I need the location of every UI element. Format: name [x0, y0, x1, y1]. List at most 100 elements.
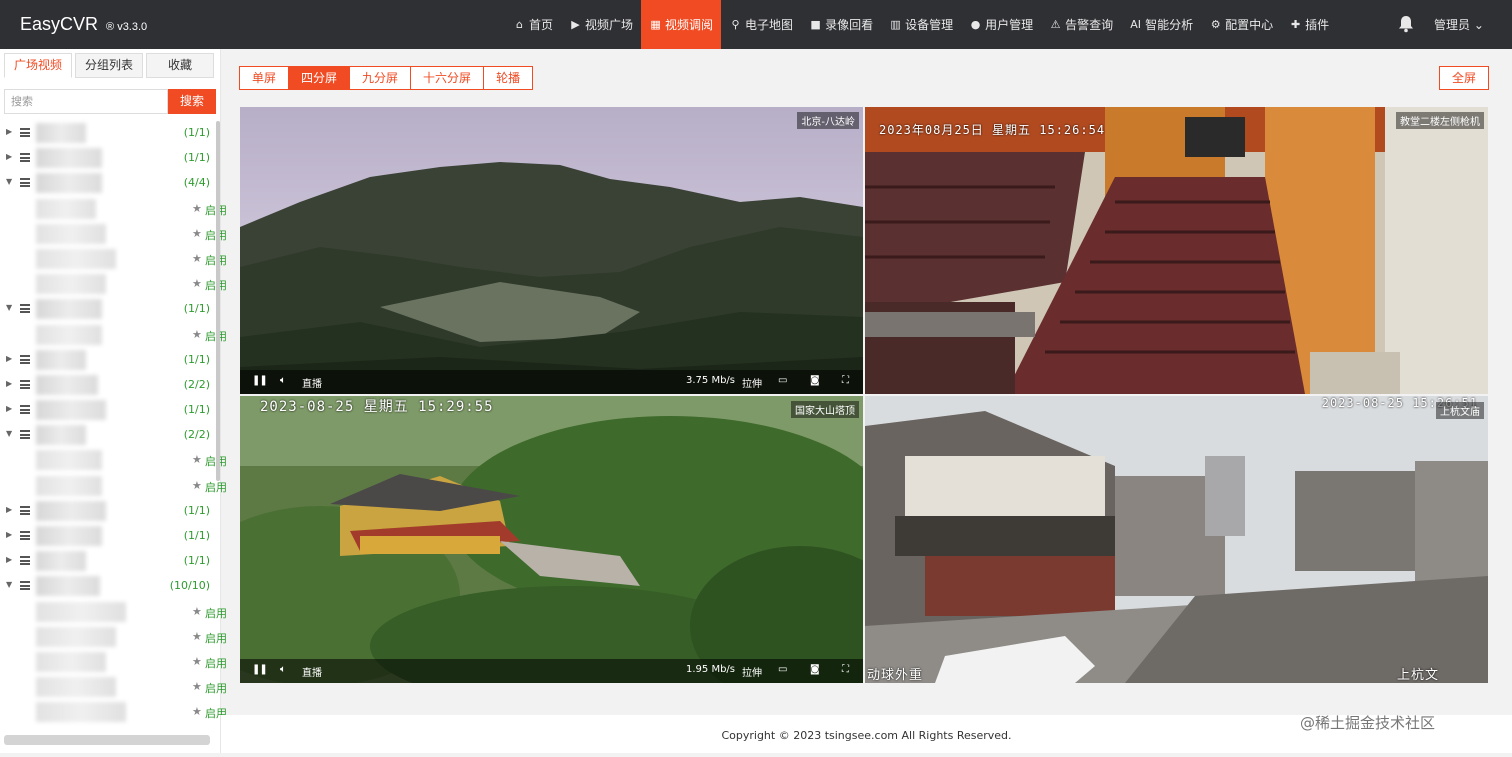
nav-item-label: 设备管理 — [905, 18, 954, 32]
video-camera-icon: ■ — [810, 18, 821, 31]
fullscreen-icon[interactable]: ⛶ — [842, 664, 849, 675]
stretch-button[interactable]: 拉伸 — [742, 375, 762, 390]
nav-item-9[interactable]: ⚙ 配置中心 — [1201, 0, 1281, 49]
tree-channel-row[interactable]: ★启用 — [0, 272, 227, 297]
tree-group-row[interactable]: ▶ (1/1) — [0, 146, 218, 171]
nav-item-0[interactable]: ⌂ 首页 — [505, 0, 561, 49]
app-logo[interactable]: EasyCVR ® v3.3.0 — [20, 14, 147, 35]
tree-group-row[interactable]: ▼ (4/4) — [0, 171, 218, 196]
caret-right-icon[interactable]: ▶ — [6, 404, 12, 413]
tree-channel-row[interactable]: ★启用 — [0, 675, 227, 700]
layout-button-2[interactable]: 九分屏 — [350, 66, 412, 90]
snapshot-icon[interactable]: ◙ — [810, 375, 820, 386]
caret-right-icon[interactable]: ▶ — [6, 555, 12, 564]
star-icon[interactable]: ★ — [192, 479, 202, 492]
caret-down-icon[interactable]: ▼ — [6, 177, 12, 186]
record-icon[interactable]: ▭ — [778, 664, 787, 675]
caret-right-icon[interactable]: ▶ — [6, 530, 12, 539]
pause-icon[interactable]: ❚❚ — [252, 664, 268, 675]
redacted-name — [36, 400, 106, 421]
nav-item-8[interactable]: AI 智能分析 — [1121, 0, 1201, 49]
stretch-button[interactable]: 拉伸 — [742, 664, 762, 679]
nav-item-10[interactable]: ✚ 插件 — [1281, 0, 1337, 49]
nav-item-4[interactable]: ■ 录像回看 — [801, 0, 881, 49]
redacted-name — [36, 425, 86, 446]
caret-right-icon[interactable]: ▶ — [6, 152, 12, 161]
star-icon[interactable]: ★ — [192, 252, 202, 265]
search-button[interactable]: 搜索 — [168, 89, 216, 114]
pause-icon[interactable]: ❚❚ — [252, 375, 268, 386]
caret-down-icon[interactable]: ▼ — [6, 429, 12, 438]
tree-group-row[interactable]: ▶ (1/1) — [0, 549, 218, 574]
snapshot-icon[interactable]: ◙ — [810, 664, 820, 675]
star-icon[interactable]: ★ — [192, 227, 202, 240]
tree-group-row[interactable]: ▼ (1/1) — [0, 297, 218, 322]
sidebar-tab-1[interactable]: 分组列表 — [75, 53, 143, 78]
star-icon[interactable]: ★ — [192, 453, 202, 466]
tree-channel-row[interactable]: ★启用 — [0, 197, 227, 222]
star-icon[interactable]: ★ — [192, 328, 202, 341]
tree-channel-row[interactable]: ★启用 — [0, 323, 227, 348]
star-icon[interactable]: ★ — [192, 655, 202, 668]
fullscreen-button[interactable]: 全屏 — [1439, 66, 1489, 90]
layout-button-0[interactable]: 单屏 — [239, 66, 290, 90]
tree-group-row[interactable]: ▶ (1/1) — [0, 121, 218, 146]
tree-channel-row[interactable]: ★启用 — [0, 625, 227, 650]
caret-down-icon[interactable]: ▼ — [6, 580, 12, 589]
volume-icon[interactable]: 🔈︎ — [280, 375, 286, 386]
sidebar-tab-2[interactable]: 收藏 — [146, 53, 214, 78]
tree-channel-row[interactable]: ★启用 — [0, 222, 227, 247]
tree-group-row[interactable]: ▼ (10/10) — [0, 574, 218, 599]
nav-item-1[interactable]: ▶ 视频广场 — [561, 0, 641, 49]
video-player-1[interactable]: 北京-八达岭 ❚❚ 🔈︎ 直播 3.75 Mb/s 拉伸 ▭ ◙ ⛶ — [240, 107, 863, 394]
star-icon[interactable]: ★ — [192, 680, 202, 693]
group-count: (1/1) — [183, 554, 210, 568]
group-count: (1/1) — [183, 529, 210, 542]
user-menu[interactable]: 管理员 ⌄ — [1434, 16, 1484, 33]
caret-right-icon[interactable]: ▶ — [6, 379, 12, 388]
tree-channel-row[interactable]: ★启用 — [0, 700, 227, 725]
star-icon[interactable]: ★ — [192, 277, 202, 290]
video-player-4[interactable]: 2023-08-25 15:26:51 动球外重 上杭文 上杭文庙 — [865, 396, 1488, 683]
tree-channel-row[interactable]: ★启用 — [0, 448, 227, 473]
star-icon[interactable]: ★ — [192, 605, 202, 618]
nav-item-label: 用户管理 — [985, 18, 1034, 32]
caret-right-icon[interactable]: ▶ — [6, 127, 12, 136]
layout-button-1[interactable]: 四分屏 — [289, 66, 351, 90]
tree-channel-row[interactable]: ★启用 — [0, 247, 227, 272]
tree-channel-row[interactable]: ★启用 — [0, 474, 227, 499]
tree-horizontal-scrollbar[interactable] — [4, 735, 210, 745]
tree-group-row[interactable]: ▶ (1/1) — [0, 398, 218, 423]
caret-right-icon[interactable]: ▶ — [6, 354, 12, 363]
star-icon[interactable]: ★ — [192, 202, 202, 215]
sidebar-tab-0[interactable]: 广场视频 — [4, 53, 72, 78]
nav-item-5[interactable]: ▥ 设备管理 — [881, 0, 961, 49]
video-player-2[interactable]: 2023年08月25日 星期五 15:26:54 教堂二楼左侧枪机 — [865, 107, 1488, 394]
tree-group-row[interactable]: ▶ (2/2) — [0, 373, 218, 398]
nav-item-7[interactable]: ⚠ 告警查询 — [1041, 0, 1121, 49]
tree-group-row[interactable]: ▶ (1/1) — [0, 499, 218, 524]
fullscreen-icon[interactable]: ⛶ — [842, 375, 849, 386]
grid-icon: ▦ — [650, 18, 661, 31]
video-player-3[interactable]: 2023-08-25 星期五 15:29:55 国家大山塔顶 ❚❚ 🔈︎ 直播 … — [240, 396, 863, 683]
search-input[interactable]: 搜索 — [4, 89, 168, 114]
caret-down-icon[interactable]: ▼ — [6, 303, 12, 312]
star-icon[interactable]: ★ — [192, 705, 202, 718]
tree-group-row[interactable]: ▶ (1/1) — [0, 524, 218, 549]
star-icon[interactable]: ★ — [192, 630, 202, 643]
nav-item-3[interactable]: ⚲ 电子地图 — [721, 0, 801, 49]
layout-button-4[interactable]: 轮播 — [484, 66, 534, 90]
tree-group-row[interactable]: ▶ (1/1) — [0, 348, 218, 373]
tree-group-row[interactable]: ▼ (2/2) — [0, 423, 218, 448]
layout-button-3[interactable]: 十六分屏 — [411, 66, 485, 90]
nav-item-6[interactable]: ● 用户管理 — [961, 0, 1041, 49]
record-icon[interactable]: ▭ — [778, 375, 787, 386]
tree-channel-row[interactable]: ★启用 — [0, 650, 227, 675]
tree-vertical-scrollbar[interactable] — [216, 121, 220, 481]
tree-channel-row[interactable]: ★启用 — [0, 600, 227, 625]
volume-icon[interactable]: 🔈︎ — [280, 664, 286, 675]
nav-item-2[interactable]: ▦ 视频调阅 — [641, 0, 722, 49]
bell-icon[interactable] — [1396, 14, 1416, 34]
redacted-name — [36, 450, 102, 471]
caret-right-icon[interactable]: ▶ — [6, 505, 12, 514]
